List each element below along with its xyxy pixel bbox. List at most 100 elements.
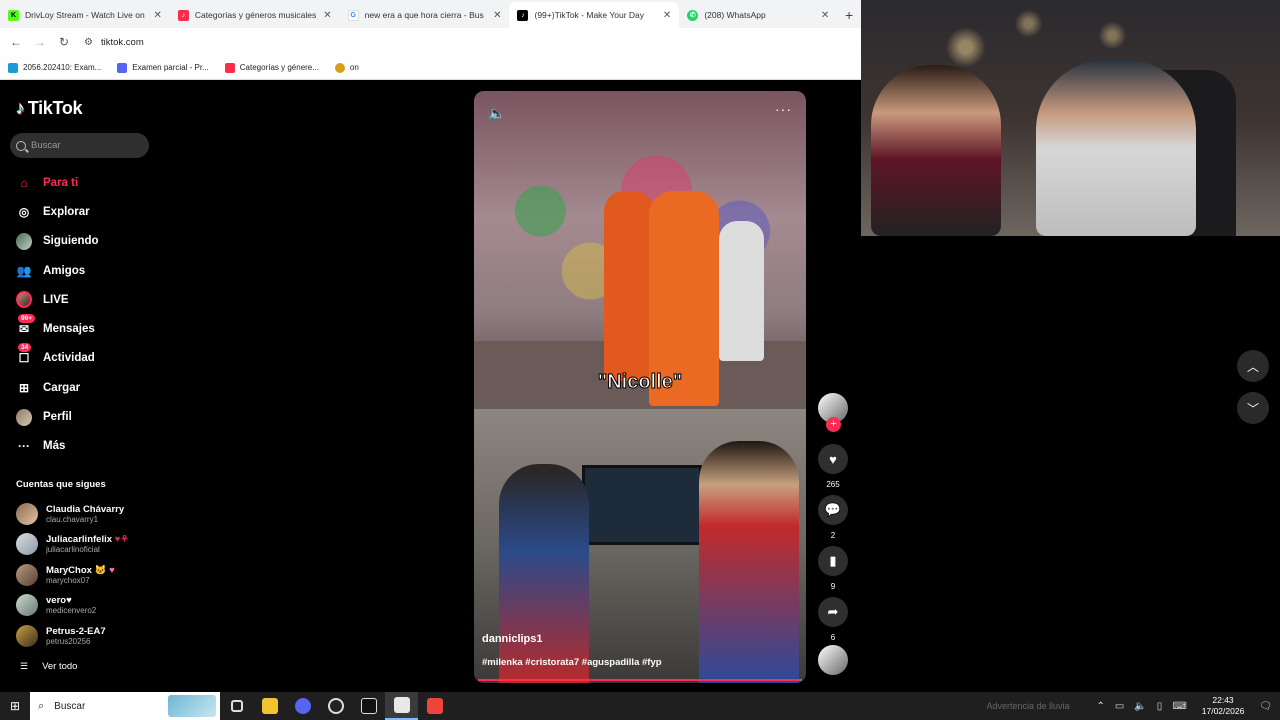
- sidebar-item-label: LIVE: [43, 293, 69, 306]
- search-highlight-image: [168, 695, 216, 717]
- bookmark-icon: [8, 62, 18, 73]
- bookmark-icon: ▮: [829, 553, 837, 568]
- forward-icon[interactable]: →: [28, 35, 52, 49]
- close-icon[interactable]: ✕: [153, 10, 161, 21]
- cat-emoji-icon: 🐱: [94, 565, 107, 576]
- site-info-icon[interactable]: ⚙: [84, 37, 93, 48]
- tab-categorias[interactable]: ♪ Categorías y géneros musicales ✕: [170, 2, 340, 28]
- profile-avatar-icon: [16, 408, 32, 426]
- close-icon[interactable]: ✕: [821, 10, 829, 21]
- followed-account[interactable]: vero♥ medicenvero2: [16, 594, 96, 616]
- follow-plus-icon[interactable]: +: [826, 417, 841, 432]
- tab-drivloy[interactable]: K DrivLoy Stream - Watch Live on ✕: [0, 2, 170, 28]
- whatsapp-icon: ✆: [687, 9, 699, 21]
- close-icon[interactable]: ✕: [493, 10, 501, 21]
- folder-glyph: [261, 698, 278, 714]
- network-icon[interactable]: ▭: [1115, 701, 1124, 712]
- see-all-label: Ver todo: [42, 661, 78, 672]
- share-icon: ➦: [827, 604, 839, 619]
- see-all-button[interactable]: ☰ Ver todo: [20, 661, 77, 672]
- tiktok-logo[interactable]: ♪ TikTok: [16, 98, 83, 119]
- bookmark[interactable]: on: [334, 62, 359, 73]
- video-player[interactable]: "Nicolle" 🔈 ··· danniclips1 #milenka #cr…: [474, 91, 806, 683]
- volume-icon[interactable]: 🔈: [488, 105, 505, 122]
- share-button[interactable]: ➦: [818, 597, 848, 627]
- sidebar-item-cargar[interactable]: ⊞ Cargar: [16, 373, 99, 402]
- taskbar-search-input[interactable]: ⌕ Buscar: [30, 692, 220, 720]
- chevron-up-icon[interactable]: ⌃: [1097, 701, 1105, 712]
- chevron-up-icon: ︿: [1246, 359, 1259, 374]
- video-progress-bar[interactable]: [478, 679, 802, 681]
- next-video-button[interactable]: ﹀: [1237, 392, 1269, 424]
- obs-glyph: [327, 698, 344, 714]
- sidebar-item-label: Actividad: [43, 352, 95, 365]
- volume-icon[interactable]: 🔈: [1134, 701, 1146, 712]
- sidebar-item-amigos[interactable]: 👥 Amigos: [16, 256, 99, 285]
- more-icon: ···: [18, 439, 30, 454]
- video-author[interactable]: danniclips1: [482, 633, 543, 645]
- close-icon[interactable]: ✕: [663, 10, 671, 21]
- more-options-icon[interactable]: ···: [775, 101, 792, 117]
- search-input[interactable]: Buscar: [10, 133, 149, 158]
- rose-emoji-icon: ⚘: [120, 534, 129, 545]
- followed-account[interactable]: Claudia Chávarry clau.chavarry1: [16, 503, 124, 525]
- tiktok-note-icon: ♪: [16, 98, 25, 118]
- previous-video-button[interactable]: ︿: [1237, 350, 1269, 382]
- notifications-icon[interactable]: 🗨: [1259, 701, 1272, 712]
- account-name: Claudia Chávarry: [46, 504, 125, 515]
- person-figure: [604, 191, 654, 381]
- windows-start-icon[interactable]: ⊞: [0, 699, 30, 713]
- task-view-icon[interactable]: [220, 692, 253, 720]
- video-caption-overlay: "Nicolle": [597, 371, 683, 394]
- keyboard-icon[interactable]: ⌨: [1172, 701, 1186, 712]
- discord-icon[interactable]: [286, 692, 319, 720]
- bookmark[interactable]: Examen parcial - Pr...: [117, 62, 209, 73]
- sidebar-item-para-ti[interactable]: ⌂ Para ti: [16, 168, 99, 197]
- clock[interactable]: 22:43 17/02/2026: [1202, 695, 1245, 717]
- creator-avatar[interactable]: +: [818, 393, 848, 432]
- clock-date: 17/02/2026: [1201, 706, 1245, 716]
- bookmark[interactable]: Categorías y génere...: [224, 62, 319, 73]
- live-icon: [16, 291, 32, 309]
- person-figure: [699, 441, 799, 683]
- sidebar-item-explorar[interactable]: ◎ Explorar: [16, 197, 99, 226]
- comment-button[interactable]: 💬: [818, 495, 848, 525]
- followed-account[interactable]: Petrus-2-EA7 petrus20256: [16, 625, 106, 647]
- sidebar-item-perfil[interactable]: Perfil: [16, 402, 99, 431]
- monitor: [582, 465, 702, 545]
- bookmark[interactable]: 2056.202410: Exam...: [8, 62, 101, 73]
- weather-warning[interactable]: Advertencia de lluvia: [986, 701, 1069, 711]
- heart-emoji-icon: ♥: [109, 565, 115, 576]
- anydesk-icon[interactable]: [418, 692, 451, 720]
- sidebar-item-mas[interactable]: ··· Más: [16, 432, 99, 461]
- close-icon[interactable]: ✕: [323, 10, 331, 21]
- capcut-icon[interactable]: [352, 692, 385, 720]
- save-button[interactable]: ▮: [818, 546, 848, 576]
- sound-avatar[interactable]: [818, 645, 848, 675]
- sidebar-item-mensajes[interactable]: ✉ 99+ Mensajes: [16, 314, 99, 343]
- taskbar: ⊞ ⌕ Buscar Advertencia de lluvia ⌃ ▭ 🔈 ▯…: [0, 692, 1280, 720]
- file-explorer-icon[interactable]: [253, 692, 286, 720]
- reload-icon[interactable]: ↻: [52, 35, 76, 49]
- new-tab-button[interactable]: +: [837, 2, 861, 28]
- tab-google-search[interactable]: G new era a que hora cierra - Bus ✕: [340, 2, 510, 28]
- avatar: [16, 503, 38, 525]
- following-avatar-icon: [16, 232, 32, 250]
- back-icon[interactable]: ←: [4, 35, 28, 49]
- tab-whatsapp[interactable]: ✆ (208) WhatsApp ✕: [679, 2, 837, 28]
- video-hashtags[interactable]: #milenka #cristorata7 #aguspadilla #fyp: [482, 657, 662, 668]
- active-app-icon[interactable]: [385, 692, 418, 720]
- sidebar-item-actividad[interactable]: ☐ 34 Actividad: [16, 343, 99, 373]
- account-name: MaryChox 🐱 ♥: [46, 565, 115, 576]
- sidebar-item-siguiendo[interactable]: Siguiendo: [16, 227, 99, 256]
- followed-account[interactable]: Juliacarlinfelix ♥⚘ juliacarlinoficial: [16, 533, 129, 555]
- followed-account[interactable]: MaryChox 🐱 ♥ marychox07: [16, 564, 115, 586]
- url-field[interactable]: tiktok.com: [101, 37, 144, 48]
- tab-tiktok[interactable]: ♪ (99+)TikTok - Make Your Day ✕: [509, 2, 680, 28]
- activity-badge: 34: [18, 343, 32, 353]
- like-button[interactable]: ♥: [818, 444, 848, 474]
- obs-icon[interactable]: [319, 692, 352, 720]
- sidebar-item-live[interactable]: LIVE: [16, 285, 99, 314]
- comment-icon: 💬: [824, 502, 842, 517]
- battery-icon[interactable]: ▯: [1157, 701, 1163, 712]
